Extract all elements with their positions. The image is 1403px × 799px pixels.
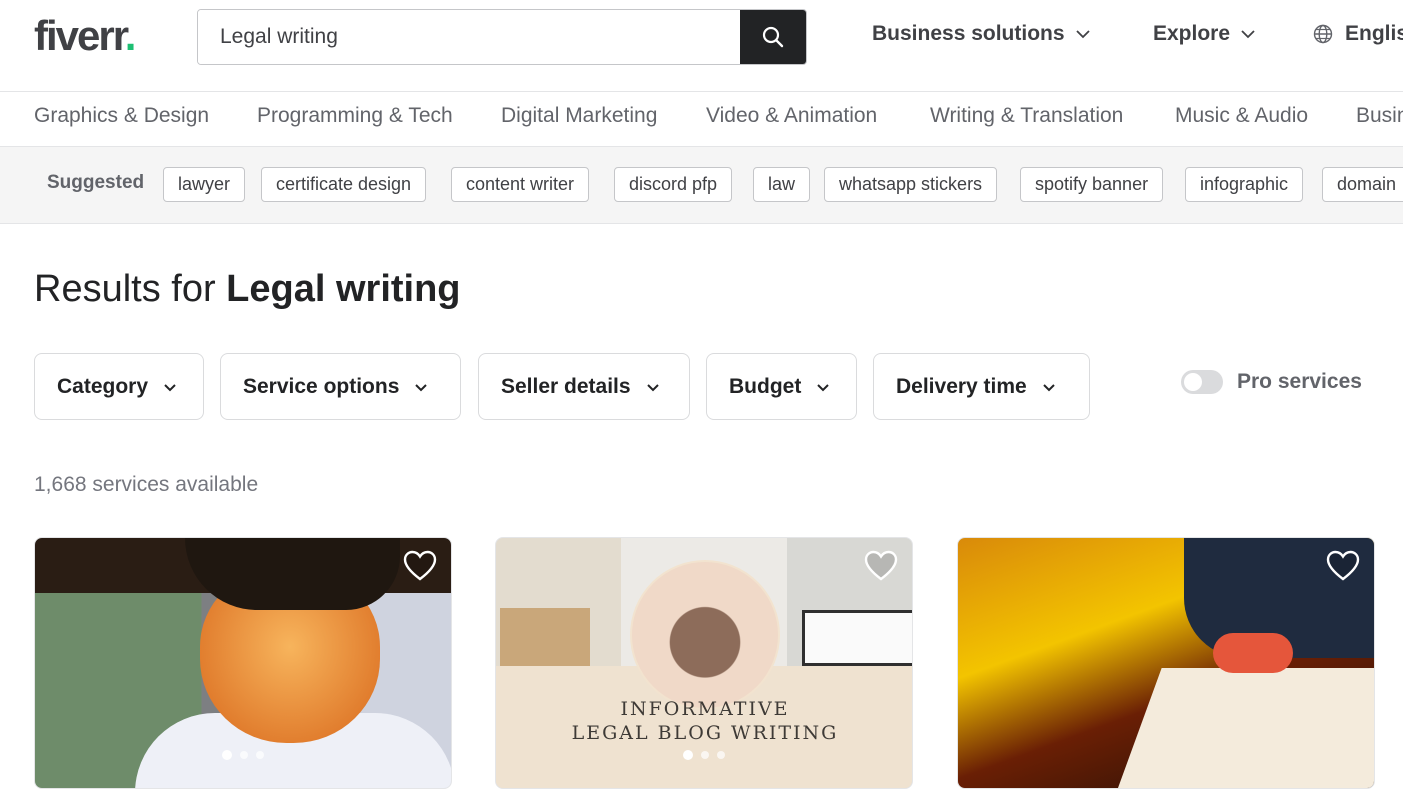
filter-category[interactable]: Category — [34, 353, 204, 420]
explore-label: Explore — [1153, 22, 1231, 45]
top-header: fiverr. Business solutions Explore Engli… — [0, 0, 1403, 92]
language-selector[interactable]: English — [1313, 22, 1403, 46]
category-business[interactable]: Business — [1356, 104, 1403, 128]
filter-service-options[interactable]: Service options — [220, 353, 461, 420]
globe-icon — [1313, 24, 1333, 44]
filter-budget[interactable]: Budget — [706, 353, 857, 420]
gig-photo-book — [1114, 668, 1374, 788]
gig-banner-title: INFORMATIVE — [620, 698, 790, 720]
pro-services-toggle[interactable] — [1181, 370, 1223, 394]
category-graphics-design[interactable]: Graphics & Design — [34, 104, 209, 128]
gig-card-image[interactable] — [957, 537, 1375, 789]
results-count: 1,668 services available — [34, 473, 259, 496]
heart-icon[interactable] — [403, 550, 437, 582]
filter-delivery-time[interactable]: Delivery time — [873, 353, 1090, 420]
suggested-tag[interactable]: law — [753, 167, 811, 202]
fiverr-logo[interactable]: fiverr. — [34, 12, 136, 60]
filter-seller-details[interactable]: Seller details — [478, 353, 690, 420]
gig-photo-laptop — [802, 610, 912, 666]
business-solutions-menu[interactable]: Business solutions — [872, 22, 1091, 46]
gig-card-image[interactable]: INFORMATIVE LEGAL BLOG WRITING — [495, 537, 913, 789]
gig-photo-portrait — [630, 560, 780, 710]
category-writing-translation[interactable]: Writing & Translation — [930, 104, 1123, 128]
business-solutions-label: Business solutions — [872, 22, 1065, 45]
gig-card-image[interactable] — [34, 537, 452, 789]
filter-label: Delivery time — [896, 374, 1027, 398]
chevron-down-icon — [164, 383, 176, 391]
suggested-bar: Suggested lawyer certificate design cont… — [0, 147, 1403, 224]
chevron-down-icon — [415, 383, 428, 391]
chevron-down-icon — [646, 383, 659, 391]
suggested-tag[interactable]: lawyer — [163, 167, 246, 202]
chevron-down-icon — [817, 383, 830, 391]
carousel-dots[interactable] — [222, 750, 264, 760]
category-music-audio[interactable]: Music & Audio — [1175, 104, 1308, 128]
chevron-down-icon — [1075, 30, 1090, 39]
category-video-animation[interactable]: Video & Animation — [706, 104, 877, 128]
suggested-tag[interactable]: whatsapp stickers — [824, 167, 998, 202]
explore-menu[interactable]: Explore — [1153, 22, 1256, 46]
language-label: English — [1345, 22, 1403, 45]
carousel-dots[interactable] — [683, 750, 725, 760]
search-input[interactable] — [198, 10, 741, 64]
gig-photo-hand — [1213, 633, 1293, 673]
heart-icon[interactable] — [864, 550, 898, 582]
search-bar — [197, 9, 807, 65]
chevron-down-icon — [1241, 30, 1255, 39]
gig-photo-shelf — [500, 608, 590, 666]
search-icon — [762, 26, 784, 48]
gig-banner-subtitle: LEGAL BLOG WRITING — [571, 722, 839, 744]
suggested-tag[interactable]: certificate design — [261, 167, 427, 202]
pro-services-label: Pro services — [1237, 370, 1362, 393]
category-menu: Graphics & Design Programming & Tech Dig… — [0, 92, 1403, 147]
suggested-label: Suggested — [47, 172, 145, 193]
suggested-tag[interactable]: domain — [1322, 167, 1403, 202]
filter-label: Seller details — [501, 374, 631, 398]
chevron-down-icon — [1043, 383, 1055, 391]
filter-label: Service options — [243, 374, 400, 398]
suggested-tag[interactable]: content writer — [451, 167, 590, 202]
category-digital-marketing[interactable]: Digital Marketing — [501, 104, 657, 128]
pro-services-toggle-group: Pro services — [1181, 370, 1362, 394]
heart-icon[interactable] — [1326, 550, 1360, 582]
filter-label: Budget — [729, 374, 802, 398]
category-programming-tech[interactable]: Programming & Tech — [257, 104, 453, 128]
suggested-tag[interactable]: spotify banner — [1020, 167, 1164, 202]
suggested-tag[interactable]: infographic — [1185, 167, 1304, 202]
search-button[interactable] — [740, 10, 806, 64]
page-title: Results for Legal writing — [34, 268, 461, 310]
filter-label: Category — [57, 374, 149, 398]
suggested-tag[interactable]: discord pfp — [614, 167, 733, 202]
